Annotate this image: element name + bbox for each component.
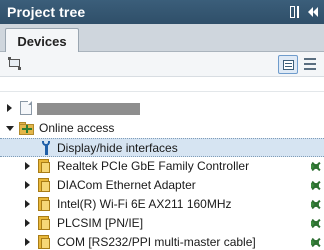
tab-strip: Devices <box>0 24 324 53</box>
project-tree: Online access Display/hide interfaces Re… <box>0 76 324 250</box>
pin-panel-icon[interactable] <box>290 6 302 18</box>
tree-divider <box>0 91 324 92</box>
folder-icon <box>38 216 50 230</box>
folder-icon <box>38 197 50 211</box>
folder-icon <box>38 178 50 192</box>
tree-item-label: DIACom Ethernet Adapter <box>57 178 196 192</box>
project-icon <box>20 101 32 115</box>
tree-item-interface[interactable]: Realtek PCIe GbE Family Controller <box>0 157 324 176</box>
wrench-icon <box>40 141 52 155</box>
tree-toolbar <box>0 52 324 76</box>
redacted-project-name <box>37 103 140 115</box>
tree-item-label: PLCSIM [PN/IE] <box>57 216 144 230</box>
expand-arrow-icon[interactable] <box>25 219 30 227</box>
connection-status-icon <box>311 199 322 210</box>
tab-devices[interactable]: Devices <box>5 28 79 53</box>
panel-titlebar: Project tree <box>0 0 324 24</box>
collapse-panel-icon[interactable] <box>308 6 318 18</box>
connection-status-icon <box>311 237 322 248</box>
connection-status-icon <box>311 180 322 191</box>
tree-item-display-hide-interfaces[interactable]: Display/hide interfaces <box>0 138 324 157</box>
device-view-icon[interactable] <box>8 57 22 70</box>
tree-item-label: COM [RS232/PPI multi-master cable] <box>57 235 256 249</box>
tree-item-interface[interactable]: COM [RS232/PPI multi-master cable] <box>0 233 324 250</box>
collapse-arrow-icon[interactable] <box>6 126 14 131</box>
tree-item-label: Realtek PCIe GbE Family Controller <box>57 159 250 173</box>
details-view-icon[interactable] <box>304 57 316 71</box>
expand-arrow-icon[interactable] <box>7 104 12 112</box>
folder-icon <box>38 159 50 173</box>
tree-item-interface[interactable]: Intel(R) Wi-Fi 6E AX211 160MHz <box>0 195 324 214</box>
list-view-icon[interactable] <box>278 55 298 74</box>
title-controls <box>290 6 318 18</box>
expand-arrow-icon[interactable] <box>25 200 30 208</box>
expand-arrow-icon[interactable] <box>25 162 30 170</box>
expand-arrow-icon[interactable] <box>25 238 30 246</box>
tree-item-project[interactable] <box>0 99 324 118</box>
tree-item-interface[interactable]: PLCSIM [PN/IE] <box>0 214 324 233</box>
tree-item-label: Display/hide interfaces <box>57 141 178 155</box>
tree-item-interface[interactable]: DIACom Ethernet Adapter <box>0 176 324 195</box>
folder-icon <box>38 235 50 249</box>
tree-item-label: Intel(R) Wi-Fi 6E AX211 160MHz <box>57 197 232 211</box>
connection-status-icon <box>311 161 322 172</box>
expand-arrow-icon[interactable] <box>25 181 30 189</box>
online-access-folder-icon <box>19 122 35 135</box>
connection-status-icon <box>311 218 322 229</box>
tree-item-online-access[interactable]: Online access <box>0 119 324 138</box>
tree-item-label: Online access <box>39 121 115 135</box>
panel-title: Project tree <box>7 4 86 20</box>
